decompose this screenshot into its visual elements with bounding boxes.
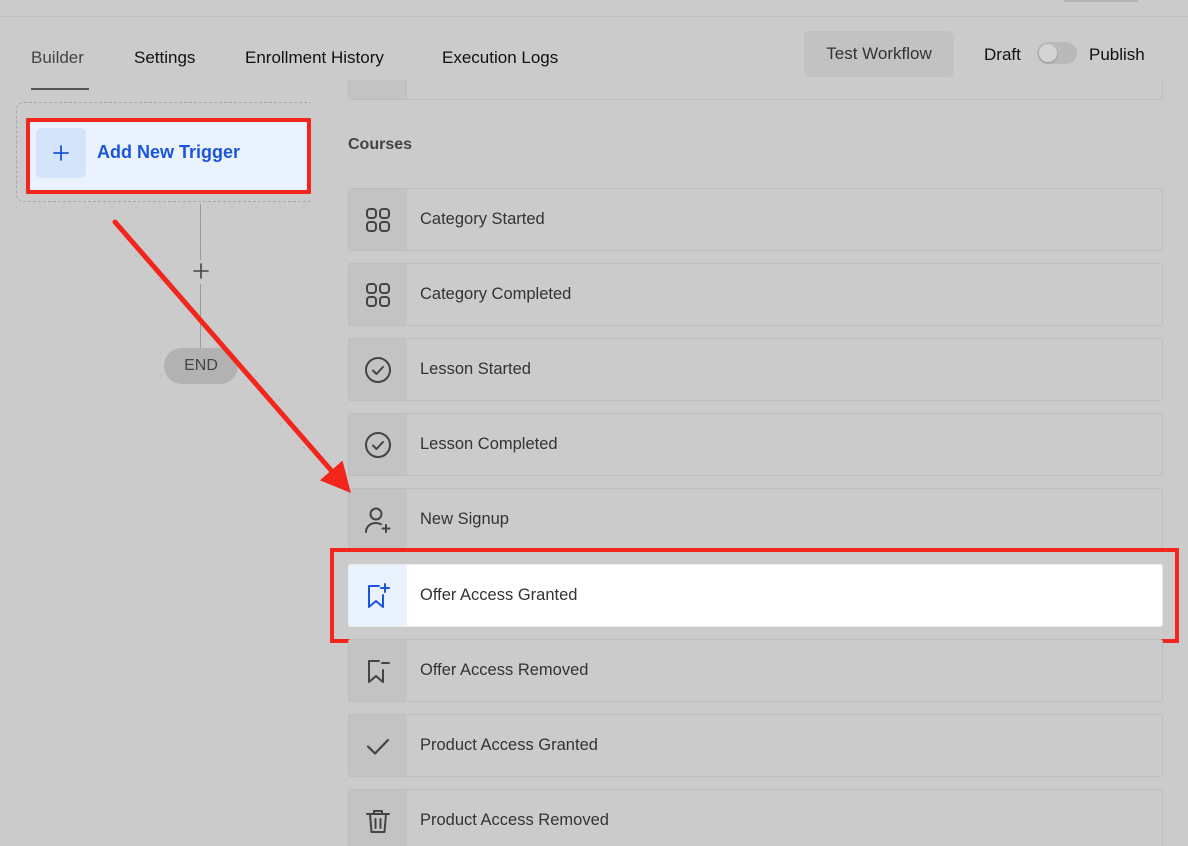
bookmark-plus-icon [349,565,407,626]
tab-builder[interactable]: Builder [31,48,84,68]
bookmark-minus-icon [349,640,407,701]
trigger-item-offer-access-granted[interactable]: Offer Access Granted [348,564,1163,627]
workflow-canvas: Add New Trigger END [0,90,316,846]
trigger-item-new-signup[interactable]: New Signup [348,488,1163,551]
add-new-trigger-label: Add New Trigger [97,142,241,162]
plus-icon [193,263,209,279]
connector-line-top [200,204,201,260]
tab-settings[interactable]: Settings [134,48,195,68]
end-node: END [164,348,238,384]
trigger-item-label: Lesson Started [420,360,531,378]
top-strip-tab [1064,0,1138,2]
trigger-item-label: Category Started [420,210,545,228]
trigger-item-label: Category Completed [420,285,572,303]
plus-icon [36,128,86,178]
trigger-item-label: Offer Access Removed [420,661,589,679]
trash-icon [349,790,407,846]
check-circle-icon [349,414,407,475]
trigger-item-category-started[interactable]: Category Started [348,188,1163,251]
trigger-item-offer-access-removed[interactable]: Offer Access Removed [348,639,1163,702]
trigger-item-label: Lesson Completed [420,435,558,453]
tab-execution-logs[interactable]: Execution Logs [442,48,558,68]
publish-toggle[interactable] [1037,42,1077,64]
section-title-courses: Courses [348,136,413,153]
publish-label: Publish [1089,45,1145,64]
trigger-item-label: Product Access Granted [420,736,598,754]
previous-list-item[interactable] [348,80,1163,100]
check-circle-icon [349,339,407,400]
toggle-knob [1039,44,1057,62]
trigger-list-panel: Courses Category Started Category Comple… [311,80,1188,846]
trigger-item-label: Offer Access Granted [420,586,578,604]
add-step-button[interactable] [190,260,212,282]
trigger-item-product-access-removed[interactable]: Product Access Removed [348,789,1163,846]
top-strip [0,0,1188,17]
trigger-item-label: New Signup [420,510,509,528]
trigger-item-lesson-started[interactable]: Lesson Started [348,338,1163,401]
user-plus-icon [349,489,407,550]
test-workflow-button[interactable]: Test Workflow [804,31,954,77]
add-new-trigger-button[interactable]: Add New Trigger [26,118,311,194]
trigger-item-category-completed[interactable]: Category Completed [348,263,1163,326]
tab-enrollment-history[interactable]: Enrollment History [245,48,384,68]
grid-icon [349,264,407,325]
grid-icon [349,189,407,250]
trigger-item-label: Product Access Removed [420,811,609,829]
trigger-item-lesson-completed[interactable]: Lesson Completed [348,413,1163,476]
connector-line-bottom [200,284,201,348]
check-icon [349,715,407,776]
draft-label: Draft [984,45,1021,64]
trigger-item-product-access-granted[interactable]: Product Access Granted [348,714,1163,777]
